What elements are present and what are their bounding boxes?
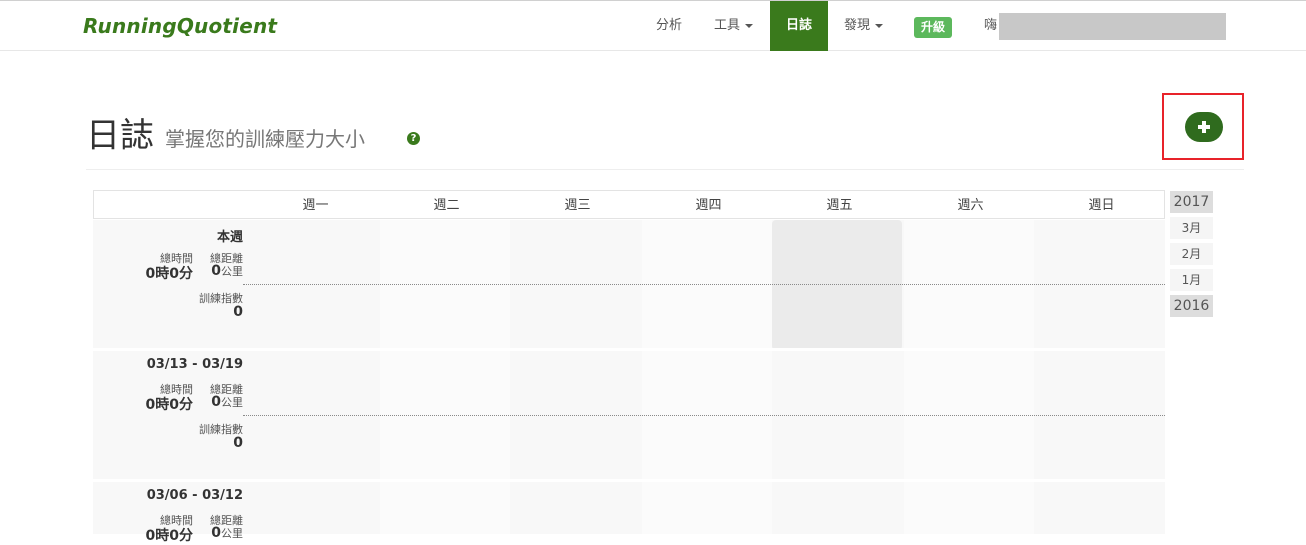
distance-unit: 公里 [221,265,243,278]
side-nav-month-3[interactable]: 3月 [1170,217,1213,239]
day-label-sat: 週六 [957,198,984,213]
distance-number: 0 [211,263,221,279]
side-nav-year-2017[interactable]: 2017 [1170,191,1213,213]
caret-down-icon [745,23,754,28]
day-label-mon: 週一 [302,198,329,213]
help-icon[interactable]: ? [407,132,420,145]
side-nav-month-1[interactable]: 1月 [1170,269,1213,291]
side-nav-year-2016[interactable]: 2016 [1170,295,1213,317]
page-title: 日誌 [86,116,154,156]
brand-logo[interactable]: RunningQuotient [83,14,277,38]
plus-icon-bar [1198,125,1210,129]
week-summary: 03/06 - 03/12 總時間 總距離 0時0分 0公里 [93,482,249,544]
nav-item-tools[interactable]: 工具 [714,1,754,51]
day-cell-today[interactable] [772,220,902,350]
week-title: 03/13 - 03/19 [146,357,243,372]
upgrade-button[interactable]: 升級 [914,17,952,38]
day-cell[interactable] [1035,482,1165,534]
day-label-sun: 週日 [1088,198,1115,213]
nav-item-discover-label: 發現 [844,18,871,33]
total-time-value: 0時0分 [145,528,193,544]
total-time-value: 0時0分 [145,266,193,282]
nav-item-analysis[interactable]: 分析 [656,1,682,51]
day-label-thu: 週四 [695,198,722,213]
total-distance-value: 0公里 [211,394,243,410]
side-nav-month-2[interactable]: 2月 [1170,243,1213,265]
nav-item-tools-label: 工具 [714,18,741,33]
distance-number: 0 [211,525,221,541]
total-distance-value: 0公里 [211,525,243,541]
caret-down-icon [875,23,884,28]
week-title: 本週 [216,230,243,245]
row-divider [243,415,1165,416]
nav-item-discover[interactable]: 發現 [844,1,884,51]
day-cell[interactable] [642,482,772,534]
week-summary: 03/13 - 03/19 總時間 總距離 0時0分 0公里 訓練指數 0 [93,351,249,479]
day-cell[interactable] [904,482,1034,534]
total-distance-value: 0公里 [211,263,243,279]
day-cell[interactable] [773,482,903,534]
row-divider [243,284,1165,285]
day-label-wed: 週三 [564,198,591,213]
week-row: 03/06 - 03/12 總時間 總距離 0時0分 0公里 [93,482,1165,544]
total-time-value: 0時0分 [145,397,193,413]
distance-unit: 公里 [221,396,243,409]
day-cell[interactable] [511,482,641,534]
greeting-label[interactable]: 嗨 [984,1,997,51]
nav-item-journal[interactable]: 日誌 [770,1,828,51]
week-title: 03/06 - 03/12 [146,488,243,503]
training-index-value: 0 [233,435,243,451]
header-divider [86,169,1244,170]
username-redacted[interactable] [999,13,1226,40]
day-cell[interactable] [380,482,510,534]
day-cell[interactable] [249,482,379,534]
calendar-day-header: 週一 週二 週三 週四 週五 週六 週日 [93,190,1165,219]
add-entry-button[interactable] [1185,112,1223,142]
top-navbar: RunningQuotient 分析 工具 日誌 發現 升級 嗨 [0,0,1306,51]
week-row: 03/13 - 03/19 總時間 總距離 0時0分 0公里 訓練指數 0 [93,351,1165,479]
day-label-tue: 週二 [433,198,460,213]
day-label-fri: 週五 [826,198,853,213]
page-subtitle: 掌握您的訓練壓力大小 [165,127,365,151]
distance-number: 0 [211,394,221,410]
training-index-value: 0 [233,304,243,320]
week-row: 本週 總時間 總距離 0時0分 0公里 訓練指數 0 [93,220,1165,350]
week-summary: 本週 總時間 總距離 0時0分 0公里 訓練指數 0 [93,220,249,348]
